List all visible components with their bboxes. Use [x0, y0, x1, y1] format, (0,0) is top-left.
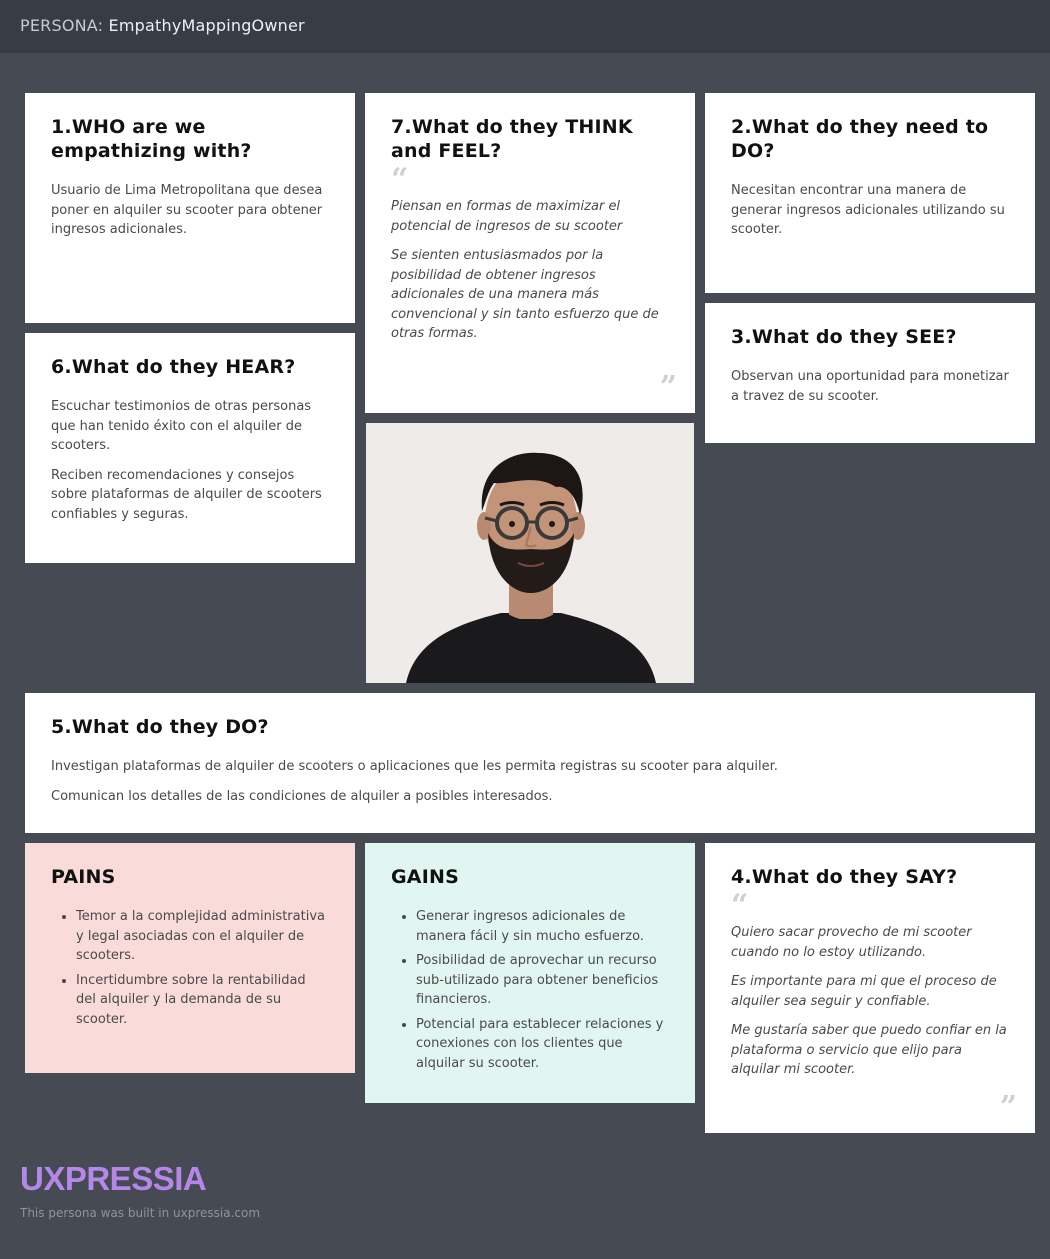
- do-card: 5.What do they DO? Investigan plataforma…: [25, 693, 1035, 833]
- open-quote-icon: “: [731, 888, 749, 923]
- open-quote-icon: “: [391, 162, 409, 197]
- say-quote: Quiero sacar provecho de mi scooter cuan…: [731, 925, 972, 960]
- do-text: Investigan plataformas de alquiler de sc…: [51, 759, 778, 774]
- gains-item: Potencial para establecer relaciones y c…: [416, 1015, 669, 1074]
- feel-quote: Se sienten entusiasmados por la posibili…: [391, 248, 659, 341]
- who-text: Usuario de Lima Metropolitana que desea …: [51, 183, 323, 237]
- footer-note: This persona was built in uxpressia.com: [20, 1206, 261, 1220]
- say-quote: Es importante para mi que el proceso de …: [731, 974, 997, 1009]
- top-bar: PERSONA: EmpathyMappingOwner: [0, 0, 1050, 53]
- persona-title: PERSONA: EmpathyMappingOwner: [20, 16, 305, 35]
- gains-item: Generar ingresos adicionales de manera f…: [416, 907, 669, 946]
- think-feel-title: 7.What do they THINK and FEEL?: [391, 116, 633, 162]
- need-text: Necesitan encontrar una manera de genera…: [731, 183, 1005, 237]
- say-quote: Me gustaría saber que puedo confiar en l…: [731, 1023, 1007, 1077]
- say-card: 4.What do they SAY? “ Quiero sacar prove…: [705, 843, 1035, 1133]
- see-card: 3.What do they SEE? Observan una oportun…: [705, 303, 1035, 443]
- gains-card: GAINS Generar ingresos adicionales de ma…: [365, 843, 695, 1103]
- gains-item: Posibilidad de aprovechar un recurso sub…: [416, 951, 669, 1010]
- hear-text: Reciben recomendaciones y consejos sobre…: [51, 467, 322, 522]
- hear-card: 6.What do they HEAR? Escuchar testimonio…: [25, 333, 355, 563]
- say-title: 4.What do they SAY?: [731, 866, 958, 888]
- pains-item: Incertidumbre sobre la rentabilidad del …: [76, 971, 329, 1030]
- think-feel-card: 7.What do they THINK and FEEL? “ Piensan…: [365, 93, 695, 413]
- hear-text: Escuchar testimonios de otras personas q…: [51, 399, 312, 453]
- pains-card: PAINS Temor a la complejidad administrat…: [25, 843, 355, 1073]
- uxpressia-logo[interactable]: UXPRESSIA: [20, 1160, 207, 1198]
- need-card: 2.What do they need to DO? Necesitan enc…: [705, 93, 1035, 293]
- pains-list: Temor a la complejidad administrativa y …: [51, 907, 329, 1029]
- see-text: Observan una oportunidad para monetizar …: [731, 369, 1009, 404]
- close-quote-icon: ”: [999, 1090, 1017, 1125]
- need-title: 2.What do they need to DO?: [731, 116, 989, 162]
- think-quote: Piensan en formas de maximizar el potenc…: [391, 199, 623, 234]
- persona-label: PERSONA:: [20, 16, 104, 35]
- close-quote-icon: ”: [659, 370, 677, 405]
- who-card: 1.WHO are we empathizing with? Usuario d…: [25, 93, 355, 323]
- see-title: 3.What do they SEE?: [731, 326, 957, 348]
- gains-title: GAINS: [391, 866, 459, 888]
- persona-name: EmpathyMappingOwner: [108, 16, 305, 35]
- persona-photo: [366, 423, 694, 683]
- hear-title: 6.What do they HEAR?: [51, 356, 296, 378]
- do-text: Comunican los detalles de las condicione…: [51, 788, 553, 804]
- pains-title: PAINS: [51, 866, 116, 888]
- pains-item: Temor a la complejidad administrativa y …: [76, 907, 329, 966]
- do-title: 5.What do they DO?: [51, 716, 269, 738]
- gains-list: Generar ingresos adicionales de manera f…: [391, 907, 669, 1073]
- who-title: 1.WHO are we empathizing with?: [51, 116, 252, 162]
